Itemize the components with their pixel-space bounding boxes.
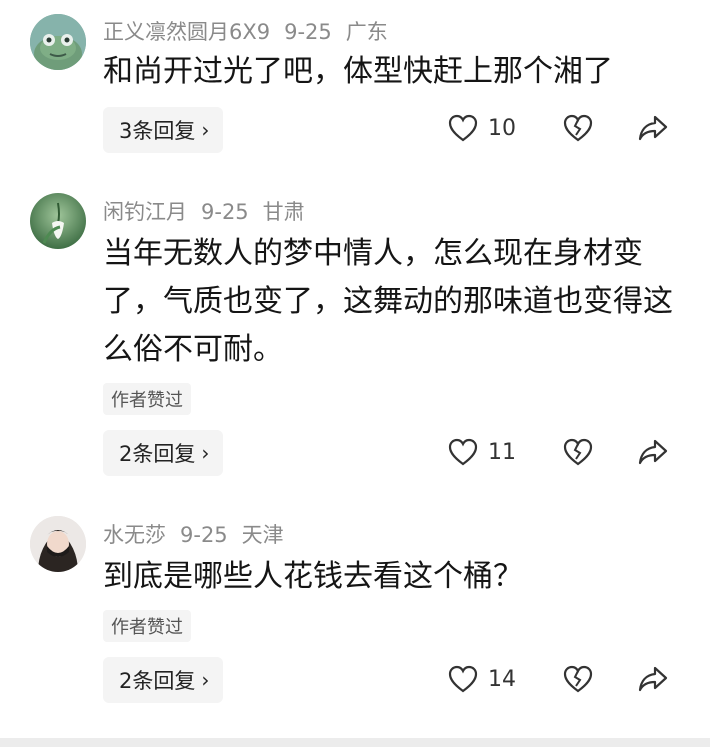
comment-date: 9-25 xyxy=(201,200,249,224)
comment-location: 广东 xyxy=(345,20,388,44)
like-count: 11 xyxy=(488,439,516,465)
heart-icon xyxy=(448,438,478,466)
broken-heart-icon xyxy=(563,665,593,693)
comment-date: 9-25 xyxy=(180,523,228,547)
comment-date: 9-25 xyxy=(284,20,332,44)
author-liked-badge: 作者赞过 xyxy=(103,610,191,642)
replies-label: 2条回复 xyxy=(119,442,196,466)
heart-icon xyxy=(448,665,478,693)
username[interactable]: 水无莎 xyxy=(103,523,166,547)
dislike-button[interactable] xyxy=(563,438,593,466)
share-arrow-icon xyxy=(638,666,668,692)
chevron-right-icon: › xyxy=(201,118,210,142)
share-arrow-icon xyxy=(638,439,668,465)
like-count: 10 xyxy=(488,115,516,141)
comment-meta: 正义凛然圆月6X9 9-25 广东 xyxy=(103,16,402,46)
replies-label: 3条回复 xyxy=(119,119,196,143)
share-arrow-icon xyxy=(638,115,668,141)
user-avatar[interactable] xyxy=(30,516,86,572)
next-comment-edge xyxy=(0,738,710,747)
username[interactable]: 正义凛然圆月6X9 xyxy=(103,20,270,44)
share-button[interactable] xyxy=(638,665,668,693)
like-button[interactable]: 10 xyxy=(448,114,516,142)
view-replies-button[interactable]: 2条回复 › xyxy=(103,657,224,703)
dislike-button[interactable] xyxy=(563,665,593,693)
view-replies-button[interactable]: 3条回复 › xyxy=(103,107,224,153)
masked-person-avatar-icon xyxy=(30,516,86,572)
author-liked-badge: 作者赞过 xyxy=(103,383,191,415)
comment-meta: 闲钓江月 9-25 甘肃 xyxy=(103,196,319,226)
frog-avatar-icon xyxy=(30,14,86,70)
comment-text: 到底是哪些人花钱去看这个桶？ xyxy=(103,559,523,594)
dislike-button[interactable] xyxy=(563,114,593,142)
chevron-right-icon: › xyxy=(201,441,210,465)
broken-heart-icon xyxy=(563,438,593,466)
user-avatar[interactable] xyxy=(30,14,86,70)
view-replies-button[interactable]: 2条回复 › xyxy=(103,430,224,476)
replies-label: 2条回复 xyxy=(119,669,196,693)
like-button[interactable]: 11 xyxy=(448,438,516,466)
comment-location: 甘肃 xyxy=(262,200,305,224)
broken-heart-icon xyxy=(563,114,593,142)
user-avatar[interactable] xyxy=(30,193,86,249)
comment-meta: 水无莎 9-25 天津 xyxy=(103,519,298,549)
like-button[interactable]: 14 xyxy=(448,665,516,693)
chevron-right-icon: › xyxy=(201,668,210,692)
share-button[interactable] xyxy=(638,114,668,142)
flower-avatar-icon xyxy=(30,193,86,249)
comment-location: 天津 xyxy=(241,523,284,547)
like-count: 14 xyxy=(488,666,516,692)
share-button[interactable] xyxy=(638,438,668,466)
username[interactable]: 闲钓江月 xyxy=(103,200,187,224)
comment-text: 和尚开过光了吧，体型快赶上那个湘了 xyxy=(103,54,613,89)
comment-text: 当年无数人的梦中情人，怎么现在身材变了，气质也变了，这舞动的那味道也变得这么俗不… xyxy=(103,236,673,367)
heart-icon xyxy=(448,114,478,142)
